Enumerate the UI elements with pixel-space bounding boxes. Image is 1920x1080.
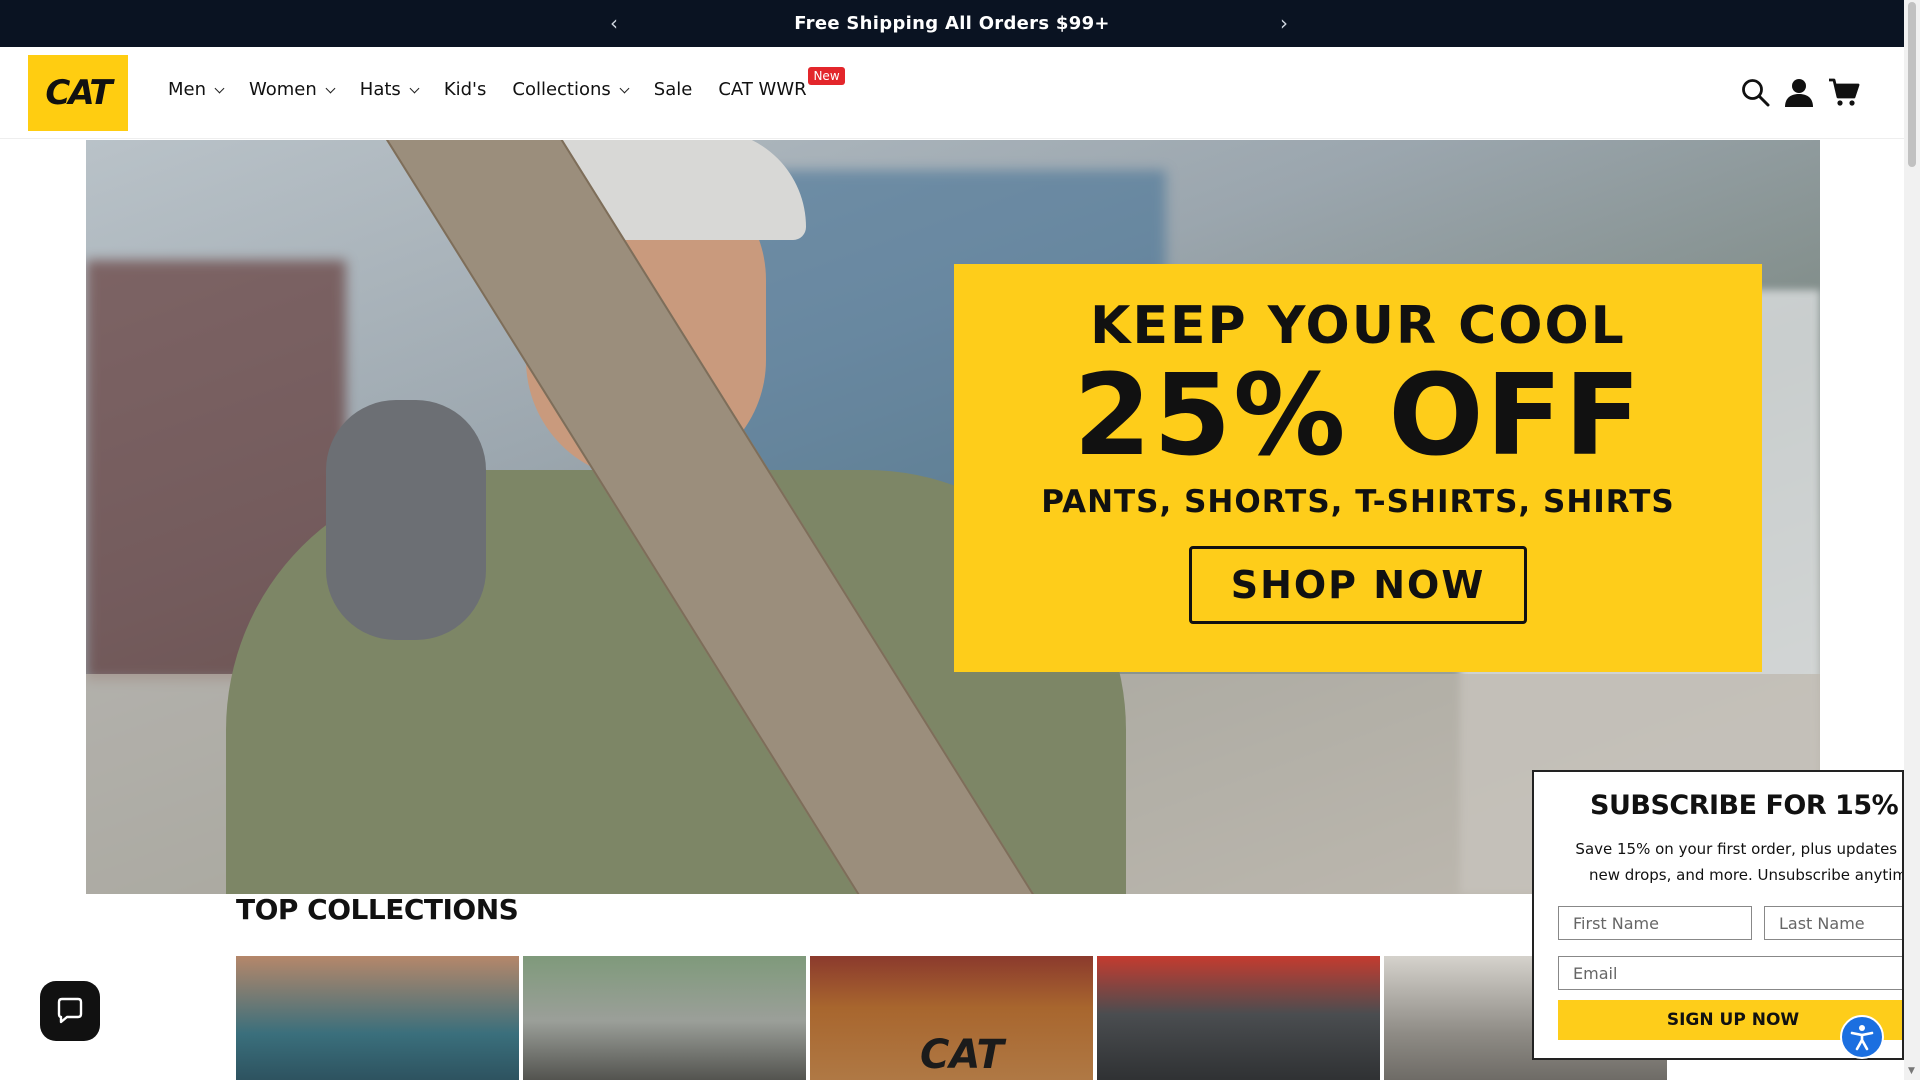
- collection-tile[interactable]: [236, 956, 519, 1080]
- main-nav: Men Women Hats Kid's Collections Sale CA…: [168, 67, 845, 100]
- chat-bubble-icon: [57, 997, 83, 1024]
- nav-item-men[interactable]: Men: [168, 79, 225, 100]
- account-icon[interactable]: [1784, 77, 1814, 107]
- accessibility-button[interactable]: [1840, 1015, 1884, 1059]
- announcement-message[interactable]: Free Shipping All Orders $99+: [794, 13, 1110, 34]
- nav-label: Kid's: [443, 79, 487, 100]
- chevron-right-icon[interactable]: ›: [1280, 11, 1288, 35]
- announcement-bar: ‹ Free Shipping All Orders $99+ ›: [0, 0, 1904, 47]
- page-scrollbar[interactable]: ▼: [1904, 0, 1920, 1080]
- nav-label: Women: [249, 79, 317, 100]
- search-icon[interactable]: [1740, 77, 1770, 107]
- collection-tile[interactable]: CAT: [810, 956, 1093, 1080]
- shop-now-button[interactable]: SHOP NOW: [1189, 546, 1527, 624]
- chevron-down-icon: [325, 83, 336, 93]
- nav-label: Collections: [512, 79, 611, 100]
- subscribe-text: Save 15% on your first order, plus updat…: [1568, 836, 1904, 888]
- chevron-down-icon: [214, 83, 225, 93]
- chat-button[interactable]: [40, 981, 100, 1041]
- subscribe-text-line: Save 15% on your first order, plus updat…: [1575, 840, 1904, 858]
- header-icons: [1740, 77, 1860, 107]
- subscribe-text-line: new drops, and more. Unsubscribe anytim: [1588, 866, 1904, 884]
- subscribe-title: SUBSCRIBE FOR 15% OF: [1590, 790, 1902, 821]
- scrollbar-thumb[interactable]: [1908, 2, 1916, 167]
- promo-discount: 25% OFF: [1073, 351, 1643, 481]
- nav-item-collections[interactable]: Collections: [512, 79, 630, 100]
- promo-box: KEEP YOUR COOL 25% OFF PANTS, SHORTS, T-…: [954, 264, 1762, 672]
- promo-headline: KEEP YOUR COOL: [1090, 296, 1626, 356]
- subscribe-popup: SUBSCRIBE FOR 15% OF Save 15% on your fi…: [1532, 770, 1904, 1060]
- chevron-down-icon: [619, 83, 630, 93]
- nav-item-hats[interactable]: Hats: [359, 79, 420, 100]
- accessibility-icon: [1850, 1025, 1874, 1051]
- hero-glove: [326, 400, 486, 640]
- cat-logo[interactable]: CAT: [28, 55, 128, 131]
- nav-item-sale[interactable]: Sale: [654, 79, 693, 100]
- nav-label: Sale: [653, 79, 693, 100]
- last-name-field[interactable]: Last Name: [1764, 906, 1902, 940]
- collection-tile[interactable]: [1097, 956, 1380, 1080]
- email-field[interactable]: Email: [1558, 956, 1902, 990]
- logo-text: CAT: [45, 73, 112, 113]
- nav-item-cat-wwr[interactable]: CAT WWR New: [718, 67, 845, 100]
- tile-cat-mark: CAT: [920, 1032, 1004, 1078]
- site-header: CAT Men Women Hats Kid's Collections Sal…: [0, 47, 1904, 139]
- collection-tiles: CAT: [236, 956, 1667, 1080]
- nav-label: Men: [168, 79, 207, 100]
- top-collections-title: TOP COLLECTIONS: [236, 893, 519, 926]
- nav-item-women[interactable]: Women: [249, 79, 336, 100]
- chevron-down-icon: [409, 83, 420, 93]
- collection-tile[interactable]: [523, 956, 806, 1080]
- first-name-field[interactable]: First Name: [1558, 906, 1752, 940]
- nav-label: Hats: [359, 79, 401, 100]
- promo-categories: PANTS, SHORTS, T-SHIRTS, SHIRTS: [1041, 484, 1675, 520]
- nav-label: CAT WWR: [718, 79, 807, 100]
- chevron-left-icon[interactable]: ‹: [610, 11, 618, 35]
- nav-item-kids[interactable]: Kid's: [444, 79, 487, 100]
- scroll-down-arrow-icon[interactable]: ▼: [1908, 1066, 1915, 1076]
- new-badge: New: [808, 67, 845, 85]
- cart-icon[interactable]: [1828, 77, 1860, 107]
